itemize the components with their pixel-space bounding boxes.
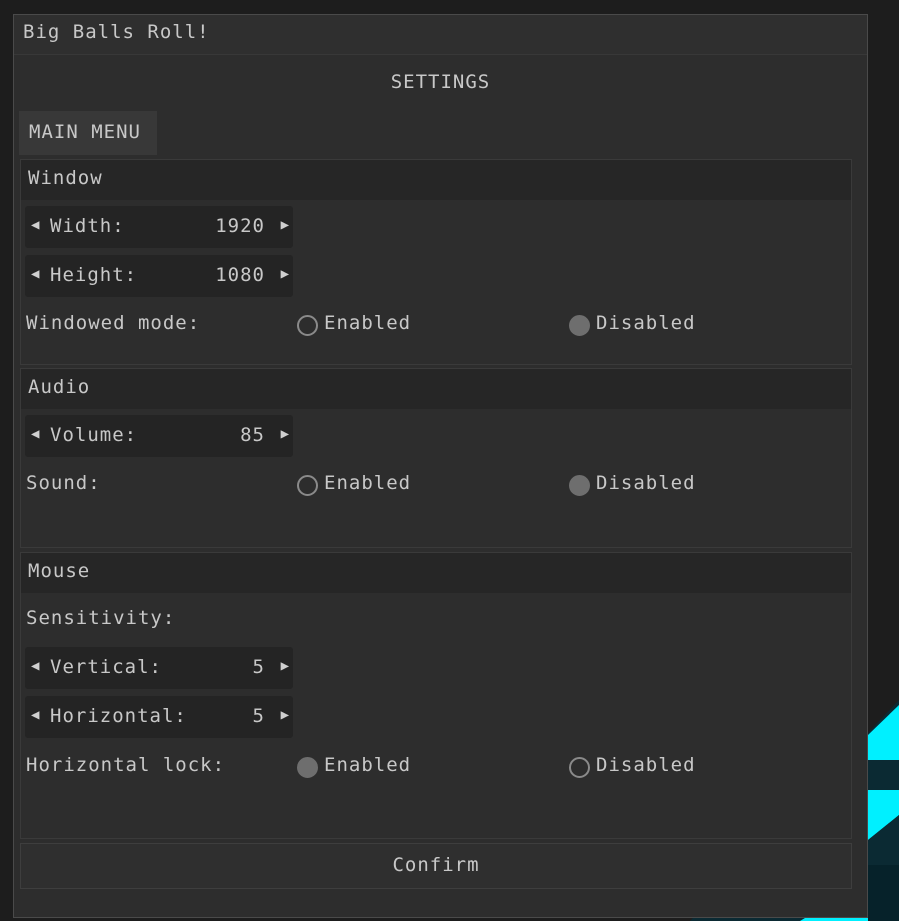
width-value: 1920 <box>215 215 265 237</box>
audio-section-header: Audio <box>21 369 851 409</box>
mouse-section-header: Mouse <box>21 553 851 593</box>
radio-checked-icon <box>569 315 590 336</box>
window-section-header: Window <box>21 160 851 200</box>
right-triangle-icon[interactable]: ▶ <box>281 707 289 723</box>
horizontal-label: Horizontal: <box>50 705 187 727</box>
volume-spinner[interactable]: ◀ Volume: 85 ▶ <box>25 415 293 457</box>
window-section: Window ◀ Width: 1920 ▶ ◀ Height: 1080 ▶ … <box>20 159 852 365</box>
height-value: 1080 <box>215 264 265 286</box>
volume-label: Volume: <box>50 424 138 446</box>
sound-label: Sound: <box>26 472 101 494</box>
radio-label: Disabled <box>596 472 696 494</box>
right-triangle-icon[interactable]: ▶ <box>281 266 289 282</box>
width-label: Width: <box>50 215 125 237</box>
audio-section: Audio ◀ Volume: 85 ▶ Sound: Enabled Disa… <box>20 368 852 548</box>
right-triangle-icon[interactable]: ▶ <box>281 658 289 674</box>
height-label: Height: <box>50 264 138 286</box>
vertical-label: Vertical: <box>50 656 162 678</box>
radio-label: Enabled <box>324 754 412 776</box>
radio-label: Enabled <box>324 472 412 494</box>
page-title: SETTINGS <box>390 71 491 93</box>
right-triangle-icon[interactable]: ▶ <box>281 217 289 233</box>
window-title: Big Balls Roll! <box>23 21 210 43</box>
radio-unchecked-icon <box>569 757 590 778</box>
radio-checked-icon <box>297 757 318 778</box>
left-triangle-icon[interactable]: ◀ <box>31 426 39 442</box>
confirm-button[interactable]: Confirm <box>20 843 852 889</box>
horizontal-sensitivity-spinner[interactable]: ◀ Horizontal: 5 ▶ <box>25 696 293 738</box>
mouse-section: Mouse Sensitivity: ◀ Vertical: 5 ▶ ◀ Hor… <box>20 552 852 839</box>
window-titlebar[interactable]: Big Balls Roll! <box>14 15 867 55</box>
horizontal-value: 5 <box>252 705 265 727</box>
radio-unchecked-icon <box>297 475 318 496</box>
volume-value: 85 <box>240 424 265 446</box>
left-triangle-icon[interactable]: ◀ <box>31 217 39 233</box>
sensitivity-label: Sensitivity: <box>26 607 176 629</box>
radio-label: Disabled <box>596 754 696 776</box>
settings-window: Big Balls Roll! SETTINGS MAIN MENU Windo… <box>13 14 868 918</box>
left-triangle-icon[interactable]: ◀ <box>31 266 39 282</box>
left-triangle-icon[interactable]: ◀ <box>31 707 39 723</box>
vertical-value: 5 <box>252 656 265 678</box>
tab-main-menu[interactable]: MAIN MENU <box>19 111 157 155</box>
windowed-mode-label: Windowed mode: <box>26 312 201 334</box>
radio-checked-icon <box>569 475 590 496</box>
radio-unchecked-icon <box>297 315 318 336</box>
tab-main-menu-label: MAIN MENU <box>29 121 141 143</box>
horizontal-lock-label: Horizontal lock: <box>26 754 226 776</box>
radio-label: Disabled <box>596 312 696 334</box>
height-spinner[interactable]: ◀ Height: 1080 ▶ <box>25 255 293 297</box>
left-triangle-icon[interactable]: ◀ <box>31 658 39 674</box>
radio-label: Enabled <box>324 312 412 334</box>
width-spinner[interactable]: ◀ Width: 1920 ▶ <box>25 206 293 248</box>
vertical-sensitivity-spinner[interactable]: ◀ Vertical: 5 ▶ <box>25 647 293 689</box>
right-triangle-icon[interactable]: ▶ <box>281 426 289 442</box>
